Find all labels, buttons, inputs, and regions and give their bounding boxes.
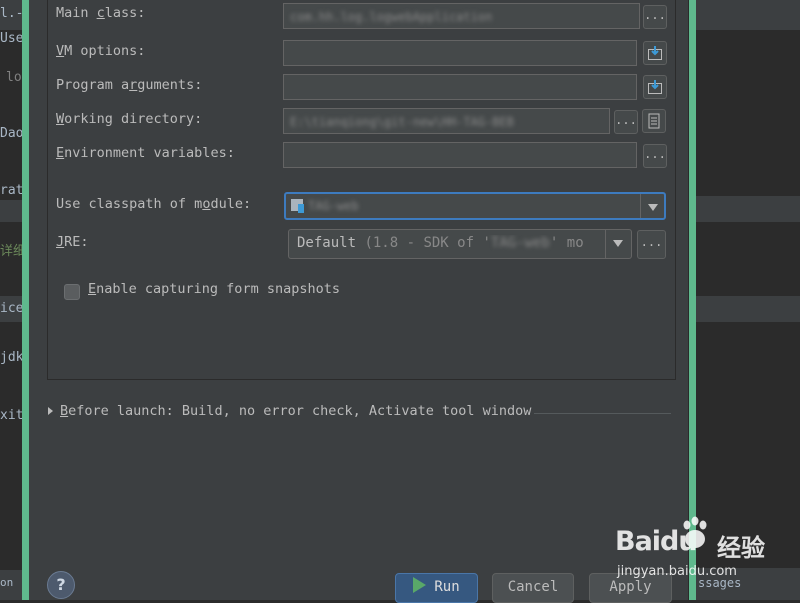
main-class-value: com.hh.log.logwebApplication <box>290 10 493 24</box>
expand-icon <box>648 46 662 60</box>
expand-icon <box>648 80 662 94</box>
main-class-label: Main class: <box>56 5 146 21</box>
run-button[interactable]: Run <box>395 573 478 603</box>
ide-background-left: l.- Use lo Dao rat 详细 ice jdk xit on <box>0 0 26 600</box>
vm-options-label: VM options: <box>56 43 146 59</box>
main-class-browse-button[interactable]: ... <box>643 5 667 29</box>
document-icon <box>648 113 660 129</box>
environment-variables-field[interactable] <box>283 142 637 168</box>
panel-band <box>696 296 800 322</box>
code-fragment: on <box>0 576 14 589</box>
baidu-watermark: Baidu 经验 jingyan.baidu.com <box>613 512 800 592</box>
chevron-down-icon[interactable] <box>605 230 631 258</box>
program-arguments-expand-button[interactable] <box>643 75 667 99</box>
before-launch-label[interactable]: Before launch: Build, no error check, Ac… <box>60 403 531 419</box>
dialog-border-right <box>689 0 696 600</box>
expand-arrow-icon[interactable] <box>48 407 53 415</box>
watermark-url: jingyan.baidu.com <box>617 564 737 579</box>
ide-background-right: ssages <box>696 0 800 600</box>
working-directory-macro-button[interactable] <box>642 109 666 133</box>
paw-icon <box>683 516 707 548</box>
program-arguments-field[interactable] <box>283 74 637 100</box>
snapshots-checkbox[interactable] <box>64 284 80 300</box>
program-arguments-label: Program arguments: <box>56 77 203 93</box>
module-marker-icon <box>298 204 304 213</box>
environment-variables-browse-button[interactable]: ... <box>643 144 667 168</box>
editor-tab-bar <box>696 0 800 30</box>
code-fragment: Use <box>0 31 24 46</box>
classpath-module-value: TAG-web <box>308 199 359 213</box>
chevron-down-icon[interactable] <box>640 194 664 218</box>
working-directory-value: E:\tianqiong\git-new\HH-TAG-BEB <box>290 115 514 129</box>
jre-select[interactable]: Default (1.8 - SDK of 'TAG-web' mo <box>288 229 632 259</box>
jre-value: Default (1.8 - SDK of 'TAG-web' mo <box>297 235 584 251</box>
vm-options-expand-button[interactable] <box>643 41 667 65</box>
vm-options-field[interactable] <box>283 40 637 66</box>
code-fragment: Dao <box>0 126 24 141</box>
panel-band <box>0 200 22 222</box>
code-fragment: rat <box>0 183 24 198</box>
jre-browse-button[interactable]: ... <box>637 230 666 259</box>
jre-label: JRE: <box>56 234 89 250</box>
help-button[interactable]: ? <box>47 571 75 599</box>
run-configuration-dialog: Main class: com.hh.log.logwebApplication… <box>29 0 688 603</box>
snapshots-label[interactable]: Enable capturing form snapshots <box>88 281 340 297</box>
code-fragment: ice <box>0 301 24 316</box>
code-fragment: lo <box>6 70 22 85</box>
working-directory-field[interactable]: E:\tianqiong\git-new\HH-TAG-BEB <box>283 108 610 134</box>
cancel-button[interactable]: Cancel <box>492 573 574 603</box>
watermark-cn: 经验 <box>717 534 765 562</box>
before-launch-divider <box>534 413 671 414</box>
classpath-module-label: Use classpath of module: <box>56 196 252 212</box>
code-fragment: jdk <box>0 350 24 365</box>
environment-variables-label: Environment variables: <box>56 145 235 161</box>
code-fragment: xit <box>0 408 24 423</box>
working-directory-browse-button[interactable]: ... <box>614 110 638 134</box>
main-class-field[interactable]: com.hh.log.logwebApplication <box>283 3 640 29</box>
code-fragment: l.- <box>0 6 24 21</box>
working-directory-label: Working directory: <box>56 111 203 127</box>
classpath-module-select[interactable]: TAG-web <box>284 192 666 220</box>
panel-band <box>696 196 800 222</box>
dialog-border-left <box>22 0 29 600</box>
play-icon <box>413 577 427 593</box>
